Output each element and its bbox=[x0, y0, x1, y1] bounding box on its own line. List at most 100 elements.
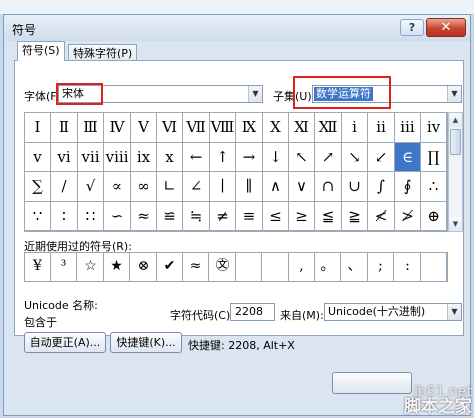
symbol-cell[interactable]: ⅹ bbox=[157, 143, 183, 172]
chevron-down-icon[interactable]: ▼ bbox=[447, 304, 461, 320]
symbol-cell[interactable]: ⅷ bbox=[104, 143, 131, 172]
symbol-cell[interactable]: ∫ bbox=[368, 172, 395, 202]
chevron-down-icon[interactable]: ▼ bbox=[248, 86, 262, 102]
recent-symbol-cell[interactable]: ¥ bbox=[25, 253, 51, 281]
symbol-cell[interactable]: ⅳ bbox=[421, 113, 447, 143]
scroll-down-icon[interactable]: ▼ bbox=[449, 217, 462, 231]
dialog-title: 符号 bbox=[12, 23, 37, 37]
symbol-cell[interactable]: ∧ bbox=[263, 172, 289, 202]
symbol-cell[interactable]: ⅰ bbox=[342, 113, 368, 143]
symbol-cell[interactable]: Ⅵ bbox=[157, 113, 183, 143]
symbol-cell[interactable]: Ⅹ bbox=[263, 113, 289, 143]
symbol-cell[interactable]: ↑ bbox=[210, 143, 236, 172]
recent-symbol-cell[interactable]: ⊗ bbox=[131, 253, 157, 281]
recent-symbol-cell[interactable]: : bbox=[395, 253, 421, 281]
recent-symbol-cell[interactable]: ☆ bbox=[78, 253, 104, 281]
symbol-cell[interactable]: ∣ bbox=[210, 172, 236, 202]
watermark: jb51.net 脚本之家 bbox=[404, 385, 472, 416]
symbol-cell[interactable]: ≡ bbox=[236, 202, 263, 231]
recent-symbol-cell[interactable] bbox=[263, 253, 289, 281]
autocorrect-button[interactable]: 自动更正(A)... bbox=[24, 332, 106, 353]
symbol-cell[interactable]: → bbox=[236, 143, 263, 172]
recent-symbol-cell[interactable]: ㉆ bbox=[210, 253, 236, 281]
symbol-cell[interactable]: ∟ bbox=[157, 172, 183, 202]
symbol-cell[interactable]: Ⅻ bbox=[315, 113, 342, 143]
symbol-cell[interactable]: ∨ bbox=[289, 172, 315, 202]
symbol-cell[interactable]: ⅲ bbox=[395, 113, 421, 143]
symbol-cell[interactable]: ⅴ bbox=[25, 143, 51, 172]
symbol-cell[interactable]: ⊕ bbox=[421, 202, 447, 231]
symbol-cell[interactable]: ⅵ bbox=[51, 143, 78, 172]
symbol-cell[interactable]: ∈ bbox=[395, 143, 421, 172]
background-window-strip bbox=[0, 0, 474, 14]
symbol-cell[interactable]: ∶ bbox=[51, 202, 78, 231]
symbol-cell[interactable]: ∏ bbox=[421, 143, 447, 172]
recent-symbol-cell[interactable]: ★ bbox=[104, 253, 130, 281]
symbol-grid-scrollbar[interactable]: ▲ ▼ bbox=[448, 112, 463, 232]
symbol-cell[interactable]: ∑ bbox=[25, 172, 51, 202]
symbol-cell[interactable]: ∷ bbox=[78, 202, 104, 231]
symbol-cell[interactable]: ∕ bbox=[51, 172, 78, 202]
recent-symbol-cell[interactable] bbox=[421, 253, 447, 281]
recent-symbol-cell[interactable]: , bbox=[289, 253, 315, 281]
help-button[interactable]: ? bbox=[400, 19, 424, 36]
symbol-cell[interactable]: ← bbox=[183, 143, 210, 172]
symbol-cell[interactable]: ↖ bbox=[289, 143, 315, 172]
scroll-up-icon[interactable]: ▲ bbox=[449, 113, 462, 127]
symbol-cell[interactable]: ∮ bbox=[395, 172, 421, 202]
scrollbar-thumb[interactable] bbox=[450, 129, 461, 155]
shortcut-key-button[interactable]: 快捷键(K)... bbox=[110, 332, 182, 353]
symbol-cell[interactable]: ∩ bbox=[315, 172, 342, 202]
subset-highlight-box bbox=[293, 76, 391, 109]
symbol-cell[interactable]: ∥ bbox=[236, 172, 263, 202]
symbol-cell[interactable]: Ⅶ bbox=[183, 113, 210, 143]
symbol-cell[interactable]: ∝ bbox=[104, 172, 131, 202]
symbol-cell[interactable]: Ⅲ bbox=[78, 113, 104, 143]
symbol-cell[interactable]: √ bbox=[78, 172, 104, 202]
symbol-cell[interactable]: ⅶ bbox=[78, 143, 104, 172]
symbol-cell[interactable]: ⅱ bbox=[368, 113, 395, 143]
symbol-cell[interactable]: ∠ bbox=[183, 172, 210, 202]
symbol-cell[interactable]: ≌ bbox=[157, 202, 183, 231]
recent-symbol-cell[interactable]: 。 bbox=[315, 253, 341, 281]
close-button[interactable]: ✕ bbox=[426, 18, 466, 37]
symbol-cell[interactable]: ≧ bbox=[342, 202, 368, 231]
recent-symbol-cell[interactable]: ✔ bbox=[157, 253, 183, 281]
symbol-cell[interactable]: Ⅸ bbox=[236, 113, 263, 143]
tab-symbols[interactable]: 符号(S) bbox=[17, 41, 65, 61]
recent-symbol-cell[interactable]: ; bbox=[368, 253, 394, 281]
recent-symbol-cell[interactable]: ³ bbox=[51, 253, 77, 281]
symbol-cell[interactable]: ∽ bbox=[104, 202, 131, 231]
symbol-cell[interactable]: ≈ bbox=[131, 202, 157, 231]
symbol-cell[interactable]: ≠ bbox=[210, 202, 236, 231]
symbol-cell[interactable]: ⅸ bbox=[131, 143, 157, 172]
symbol-cell[interactable]: ≒ bbox=[183, 202, 210, 231]
symbol-cell[interactable]: Ⅳ bbox=[104, 113, 131, 143]
symbol-cell[interactable]: ∵ bbox=[25, 202, 51, 231]
symbol-cell[interactable]: ↓ bbox=[263, 143, 289, 172]
symbol-cell[interactable]: ≮ bbox=[368, 202, 395, 231]
from-select[interactable]: Unicode(十六进制) ▼ bbox=[324, 303, 462, 321]
symbol-cell[interactable]: ≥ bbox=[289, 202, 315, 231]
symbol-cell[interactable]: ∴ bbox=[421, 172, 447, 202]
symbol-cell[interactable]: Ⅰ bbox=[25, 113, 51, 143]
recent-symbol-cell[interactable]: ≈ bbox=[183, 253, 209, 281]
recent-symbol-cell[interactable]: 、 bbox=[342, 253, 368, 281]
symbol-cell[interactable]: ↗ bbox=[315, 143, 342, 172]
char-code-input[interactable]: 2208 bbox=[230, 303, 275, 321]
symbol-cell[interactable]: ≤ bbox=[263, 202, 289, 231]
symbol-cell[interactable]: Ⅴ bbox=[131, 113, 157, 143]
symbol-cell[interactable]: ∞ bbox=[131, 172, 157, 202]
symbol-cell[interactable]: Ⅱ bbox=[51, 113, 78, 143]
symbol-cell[interactable]: ≦ bbox=[315, 202, 342, 231]
symbol-cell[interactable]: ↙ bbox=[368, 143, 395, 172]
symbol-cell[interactable]: Ⅷ bbox=[210, 113, 236, 143]
symbol-cell[interactable]: ↘ bbox=[342, 143, 368, 172]
recent-symbol-cell[interactable] bbox=[236, 253, 262, 281]
symbol-cell[interactable]: ≯ bbox=[395, 202, 421, 231]
title-bar: 符号 ? ✕ bbox=[4, 15, 470, 41]
chevron-down-icon[interactable]: ▼ bbox=[447, 86, 461, 102]
symbol-cell[interactable]: Ⅺ bbox=[289, 113, 315, 143]
insert-button[interactable] bbox=[332, 372, 412, 394]
symbol-cell[interactable]: ∪ bbox=[342, 172, 368, 202]
